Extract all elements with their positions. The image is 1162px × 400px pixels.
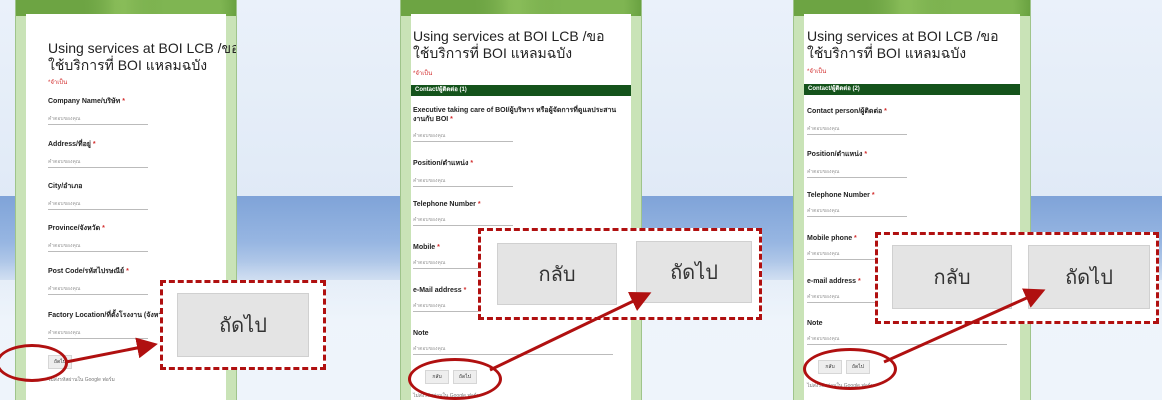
arrow-to-next bbox=[883, 288, 1046, 364]
arrow-to-next bbox=[65, 337, 158, 364]
callout-arrows bbox=[65, 288, 1046, 372]
arrow-to-next bbox=[489, 292, 652, 372]
